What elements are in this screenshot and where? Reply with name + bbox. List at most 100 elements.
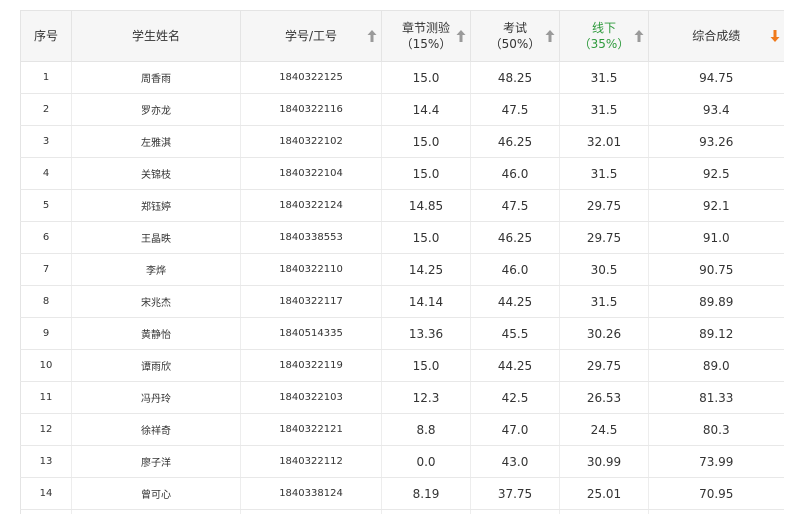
quiz-score-cell: 14.14	[381, 285, 471, 318]
sort-arrow-up-icon[interactable]	[367, 29, 377, 43]
row-index-cell: 11	[20, 381, 72, 414]
table-row: 9 黄静怡 1840514335 13.36 45.5 30.26 89.12	[20, 317, 784, 350]
row-index-cell: 7	[20, 253, 72, 286]
quiz-score-cell: 13.36	[381, 317, 471, 350]
student-id-cell: 1840322116	[240, 93, 382, 126]
quiz-score-cell: 14.25	[381, 253, 471, 286]
column-header-label: 序号	[33, 29, 58, 43]
total-score-cell: 91.0	[648, 221, 784, 254]
student-id-cell: 1840322124	[240, 189, 382, 222]
column-header-label: 综合成绩	[692, 29, 741, 43]
student-id-cell: 1840322125	[240, 61, 382, 94]
quiz-score-cell: 12.3	[381, 381, 471, 414]
student-name-cell: 宋兆杰	[71, 285, 241, 318]
offline-score-cell: 25.01	[559, 477, 649, 510]
exam-score-cell: 47.5	[470, 189, 560, 222]
total-score-cell: 81.33	[648, 381, 784, 414]
student-id-cell: 1840338553	[240, 221, 382, 254]
empty-cell	[470, 509, 560, 514]
column-header-quiz[interactable]: 章节测验 （15%）	[381, 10, 471, 62]
table-row: 3 左雅淇 1840322102 15.0 46.25 32.01 93.26	[20, 125, 784, 158]
student-name-cell: 曾可心	[71, 477, 241, 510]
sort-arrow-up-icon[interactable]	[545, 29, 555, 43]
total-score-cell: 94.75	[648, 61, 784, 94]
sort-arrow-down-icon[interactable]	[770, 29, 780, 43]
exam-score-cell: 43.0	[470, 445, 560, 478]
total-score-cell: 70.95	[648, 477, 784, 510]
offline-score-cell: 30.99	[559, 445, 649, 478]
offline-score-cell: 31.5	[559, 61, 649, 94]
column-header-index: 序号	[20, 10, 72, 62]
table-row-partial	[20, 509, 784, 514]
column-header-total[interactable]: 综合成绩	[648, 10, 784, 62]
student-id-cell: 1840322112	[240, 445, 382, 478]
table-row: 1 周香雨 1840322125 15.0 48.25 31.5 94.75	[20, 61, 784, 94]
offline-score-cell: 29.75	[559, 189, 649, 222]
offline-score-cell: 31.5	[559, 285, 649, 318]
row-index-cell: 9	[20, 317, 72, 350]
student-name-cell: 徐祥奇	[71, 413, 241, 446]
grades-table: 序号 学生姓名 学号/工号 章节测验 （15%） 考试 （50%） 线下 （35…	[20, 10, 784, 514]
student-name-cell: 周香雨	[71, 61, 241, 94]
student-name-cell: 左雅淇	[71, 125, 241, 158]
row-index-cell: 8	[20, 285, 72, 318]
total-score-cell: 73.99	[648, 445, 784, 478]
empty-cell	[71, 509, 241, 514]
offline-score-cell: 32.01	[559, 125, 649, 158]
column-header-label: 学生姓名	[131, 29, 180, 43]
sort-arrow-up-icon[interactable]	[634, 29, 644, 43]
empty-cell	[20, 509, 72, 514]
column-header-name: 学生姓名	[71, 10, 241, 62]
table-header-row: 序号 学生姓名 学号/工号 章节测验 （15%） 考试 （50%） 线下 （35…	[20, 10, 784, 62]
table-row: 10 谭雨欣 1840322119 15.0 44.25 29.75 89.0	[20, 349, 784, 382]
total-score-cell: 93.4	[648, 93, 784, 126]
table-row: 2 罗亦龙 1840322116 14.4 47.5 31.5 93.4	[20, 93, 784, 126]
quiz-score-cell: 15.0	[381, 157, 471, 190]
exam-score-cell: 46.0	[470, 157, 560, 190]
column-header-student-id[interactable]: 学号/工号	[240, 10, 382, 62]
empty-cell	[648, 509, 784, 514]
student-name-cell: 郑钰婷	[71, 189, 241, 222]
quiz-score-cell: 0.0	[381, 445, 471, 478]
student-id-cell: 1840322103	[240, 381, 382, 414]
table-body: 1 周香雨 1840322125 15.0 48.25 31.5 94.75 2 罗亦龙 1840…	[20, 61, 784, 514]
student-name-cell: 罗亦龙	[71, 93, 241, 126]
row-index-cell: 10	[20, 349, 72, 382]
grades-table-container: 序号 学生姓名 学号/工号 章节测验 （15%） 考试 （50%） 线下 （35…	[20, 10, 784, 514]
column-header-offline[interactable]: 线下 （35%）	[559, 10, 649, 62]
student-name-cell: 王晶昳	[71, 221, 241, 254]
table-row: 7 李烨 1840322110 14.25 46.0 30.5 90.75	[20, 253, 784, 286]
quiz-score-cell: 8.19	[381, 477, 471, 510]
column-header-label: 学号/工号	[284, 29, 338, 43]
sort-arrow-up-icon[interactable]	[456, 29, 466, 43]
column-header-exam[interactable]: 考试 （50%）	[470, 10, 560, 62]
quiz-score-cell: 14.4	[381, 93, 471, 126]
quiz-score-cell: 15.0	[381, 61, 471, 94]
total-score-cell: 89.89	[648, 285, 784, 318]
empty-cell	[240, 509, 382, 514]
student-name-cell: 冯丹玲	[71, 381, 241, 414]
offline-score-cell: 30.26	[559, 317, 649, 350]
exam-score-cell: 47.5	[470, 93, 560, 126]
student-id-cell: 1840338124	[240, 477, 382, 510]
exam-score-cell: 48.25	[470, 61, 560, 94]
student-id-cell: 1840322121	[240, 413, 382, 446]
student-name-cell: 谭雨欣	[71, 349, 241, 382]
exam-score-cell: 45.5	[470, 317, 560, 350]
total-score-cell: 90.75	[648, 253, 784, 286]
table-row: 12 徐祥奇 1840322121 8.8 47.0 24.5 80.3	[20, 413, 784, 446]
total-score-cell: 92.5	[648, 157, 784, 190]
exam-score-cell: 44.25	[470, 285, 560, 318]
empty-cell	[559, 509, 649, 514]
offline-score-cell: 29.75	[559, 349, 649, 382]
student-name-cell: 关锦枝	[71, 157, 241, 190]
empty-cell	[381, 509, 471, 514]
exam-score-cell: 47.0	[470, 413, 560, 446]
student-name-cell: 李烨	[71, 253, 241, 286]
table-row: 6 王晶昳 1840338553 15.0 46.25 29.75 91.0	[20, 221, 784, 254]
row-index-cell: 5	[20, 189, 72, 222]
row-index-cell: 14	[20, 477, 72, 510]
table-row: 8 宋兆杰 1840322117 14.14 44.25 31.5 89.89	[20, 285, 784, 318]
total-score-cell: 80.3	[648, 413, 784, 446]
student-name-cell: 黄静怡	[71, 317, 241, 350]
